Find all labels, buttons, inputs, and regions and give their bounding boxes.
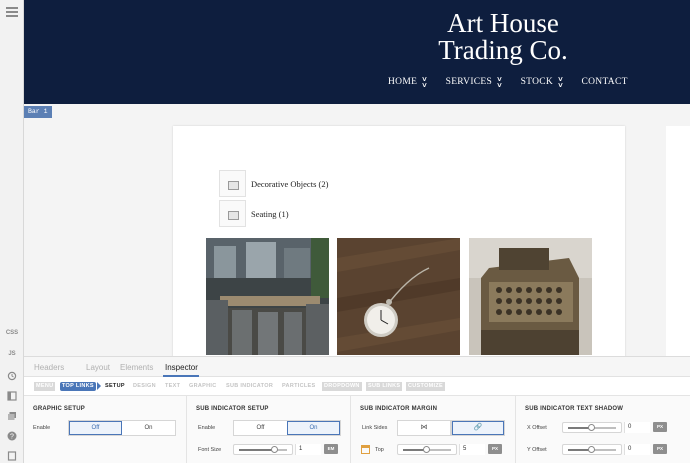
subtab-customize[interactable]: CUSTOMIZE xyxy=(406,382,445,391)
menu-icon[interactable] xyxy=(6,7,18,17)
inspector-tabs: Headers Layout Elements Inspector xyxy=(24,357,690,377)
enable-label: Enable xyxy=(33,425,51,431)
subtab-menu[interactable]: MENU xyxy=(34,382,56,391)
js-button[interactable]: JS xyxy=(0,351,24,357)
nav-stock-label: STOCK xyxy=(520,77,554,87)
top-label: Top xyxy=(375,447,384,453)
tab-elements[interactable]: Elements xyxy=(120,363,153,372)
margin-top-icon xyxy=(361,445,370,454)
svg-text:?: ? xyxy=(10,434,14,441)
nav-stock[interactable]: STOCK ∨ ∨ xyxy=(520,75,565,89)
sub-indicator-text-shadow-section: SUB INDICATOR TEXT SHADOW X Offset 0 PX … xyxy=(516,396,681,463)
subtab-dropdown[interactable]: DROPDOWN xyxy=(322,382,362,391)
panel-icon[interactable] xyxy=(7,391,17,401)
sub-indicator-enable-toggle[interactable]: Off On xyxy=(233,420,341,436)
subtab-particles[interactable]: PARTICLES xyxy=(280,382,317,391)
pocket-watch-photo[interactable] xyxy=(337,238,460,355)
tab-inspector[interactable]: Inspector xyxy=(165,363,198,372)
subtab-setup[interactable]: SETUP xyxy=(97,382,127,391)
section-title: GRAPHIC SETUP xyxy=(33,406,85,412)
unlink-sides-icon[interactable]: ⋈ xyxy=(397,420,451,436)
inspector-sections: GRAPHIC SETUP Enable Off On SUB INDICATO… xyxy=(24,395,690,463)
inspector-panel: Headers Layout Elements Inspector MENU T… xyxy=(24,356,690,463)
x-offset-unit[interactable]: PX xyxy=(653,422,667,432)
double-chevron-down-icon: ∨ ∨ xyxy=(496,75,504,89)
subtab-graphic[interactable]: GRAPHIC xyxy=(187,382,218,391)
margin-top-unit[interactable]: PX xyxy=(488,444,502,454)
content-panel: Decorative Objects (2) Seating (1) xyxy=(173,126,625,356)
font-size-slider[interactable] xyxy=(233,444,293,455)
y-offset-label: Y Offset xyxy=(527,447,547,453)
tab-headers[interactable]: Headers xyxy=(34,363,64,372)
bar-tag[interactable]: Bar 1 xyxy=(24,106,52,118)
x-offset-input[interactable]: 0 xyxy=(624,422,650,433)
brand-line-2: Trading Co. xyxy=(438,35,568,65)
dining-chairs-photo[interactable] xyxy=(206,238,329,355)
section-title: SUB INDICATOR SETUP xyxy=(196,406,269,412)
subtab-text[interactable]: TEXT xyxy=(163,382,182,391)
nav-contact-label: CONTACT xyxy=(581,77,628,87)
subtab-design[interactable]: DESIGN xyxy=(131,382,158,391)
image-placeholder-icon xyxy=(219,170,246,197)
export-icon[interactable] xyxy=(7,451,17,461)
font-size-unit[interactable]: EM xyxy=(324,444,338,454)
cash-register-photo[interactable] xyxy=(469,238,592,355)
y-offset-input[interactable]: 0 xyxy=(624,444,650,455)
canvas-edge xyxy=(666,126,690,356)
image-placeholder-icon xyxy=(219,200,246,227)
category-item[interactable]: Decorative Objects (2) xyxy=(219,170,328,197)
section-title: SUB INDICATOR MARGIN xyxy=(360,406,438,412)
inspector-subtabs: MENU TOP LINKS SETUP DESIGN TEXT GRAPHIC… xyxy=(24,379,690,393)
library-icon[interactable] xyxy=(7,411,17,421)
page-preview: Art House Trading Co. HOME ∨ ∨ SERVICES ∨ ∨ … xyxy=(24,0,690,356)
sub-indicator-setup-section: SUB INDICATOR SETUP Enable Off On Font S… xyxy=(187,396,351,463)
category-label: Decorative Objects (2) xyxy=(251,178,329,189)
nav-home-label: HOME xyxy=(388,77,418,87)
double-chevron-down-icon: ∨ ∨ xyxy=(557,75,565,89)
x-offset-slider[interactable] xyxy=(562,422,622,433)
site-logo[interactable]: Art House Trading Co. xyxy=(428,10,578,64)
brand-line-1: Art House xyxy=(447,8,559,38)
font-size-input[interactable]: 1 xyxy=(295,444,321,455)
sub-indicator-margin-section: SUB INDICATOR MARGIN Link Sides ⋈ 🔗 Top … xyxy=(351,396,516,463)
nav-services[interactable]: SERVICES ∨ ∨ xyxy=(445,75,504,89)
help-icon[interactable]: ? xyxy=(7,431,17,441)
font-size-label: Font Size xyxy=(198,447,222,453)
margin-top-slider[interactable] xyxy=(397,444,457,455)
off-option[interactable]: Off xyxy=(234,421,287,435)
enable-label: Enable xyxy=(198,425,216,431)
nav-home[interactable]: HOME ∨ ∨ xyxy=(388,75,429,89)
top-nav: HOME ∨ ∨ SERVICES ∨ ∨ STOCK ∨ ∨ CONTACT xyxy=(388,75,646,89)
site-header: Art House Trading Co. HOME ∨ ∨ SERVICES ∨ ∨ … xyxy=(24,0,690,104)
link-sides-label: Link Sides xyxy=(362,425,388,431)
active-tab-indicator xyxy=(163,375,199,377)
on-option[interactable]: On xyxy=(122,421,175,435)
nav-contact[interactable]: CONTACT xyxy=(581,76,627,88)
link-sides-icon[interactable]: 🔗 xyxy=(451,420,505,436)
subtab-sub-links[interactable]: SUB LINKS xyxy=(366,382,403,391)
left-toolbar: CSS JS ? xyxy=(0,0,24,463)
off-option[interactable]: Off xyxy=(69,421,122,435)
section-title: SUB INDICATOR TEXT SHADOW xyxy=(525,406,624,412)
on-option[interactable]: On xyxy=(287,421,340,435)
subtab-top-links[interactable]: TOP LINKS xyxy=(60,382,96,391)
tab-layout[interactable]: Layout xyxy=(86,363,110,372)
y-offset-unit[interactable]: PX xyxy=(653,444,667,454)
category-item[interactable]: Seating (1) xyxy=(219,200,289,227)
css-button[interactable]: CSS xyxy=(0,330,24,336)
graphic-setup-section: GRAPHIC SETUP Enable Off On xyxy=(24,396,187,463)
margin-top-input[interactable]: 5 xyxy=(459,444,485,455)
y-offset-slider[interactable] xyxy=(562,444,622,455)
double-chevron-down-icon: ∨ ∨ xyxy=(421,75,429,89)
category-label: Seating (1) xyxy=(251,208,289,219)
graphic-enable-toggle[interactable]: Off On xyxy=(68,420,176,436)
nav-services-label: SERVICES xyxy=(445,77,493,87)
subtab-sub-indicator[interactable]: SUB INDICATOR xyxy=(224,382,275,391)
history-icon[interactable] xyxy=(7,371,17,381)
x-offset-label: X Offset xyxy=(527,425,547,431)
